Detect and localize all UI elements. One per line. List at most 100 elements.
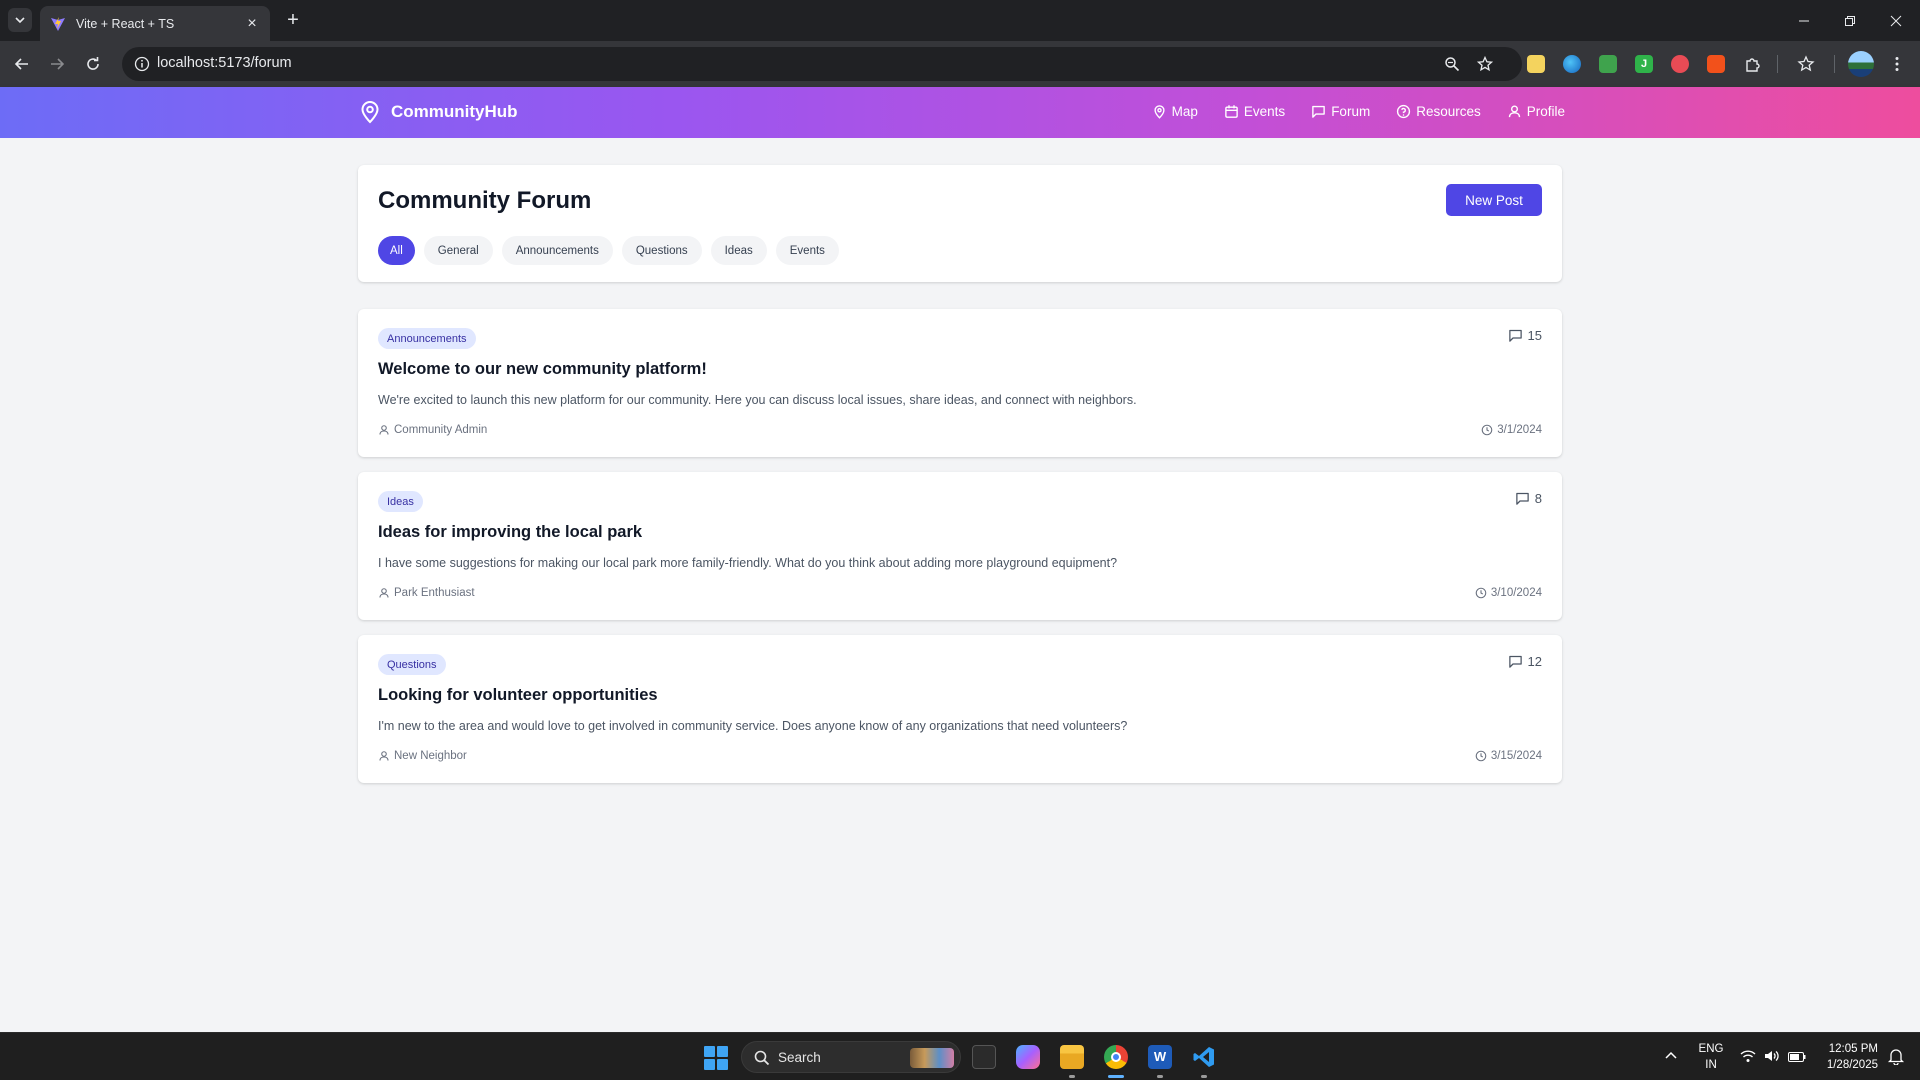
star-list-icon bbox=[1797, 55, 1815, 72]
j-extension-icon[interactable]: J bbox=[1635, 55, 1653, 73]
profile-avatar[interactable] bbox=[1848, 51, 1874, 77]
nav-profile-label: Profile bbox=[1526, 104, 1565, 119]
nav-events-label: Events bbox=[1243, 104, 1286, 119]
comment-count: 12 bbox=[1508, 654, 1542, 669]
edge-extension-icon[interactable] bbox=[1563, 55, 1581, 73]
category-ideas[interactable]: Ideas bbox=[710, 236, 767, 265]
running-indicator bbox=[1201, 1075, 1207, 1078]
back-button[interactable] bbox=[10, 52, 34, 76]
zoom-button[interactable] bbox=[1442, 54, 1462, 74]
post-author: Park Enthusiast bbox=[378, 587, 475, 599]
forward-button[interactable] bbox=[45, 52, 69, 76]
bookmark-button[interactable] bbox=[1475, 54, 1495, 74]
battery-icon bbox=[1788, 1052, 1806, 1062]
page-title: Community Forum bbox=[378, 187, 592, 214]
arrow-right-icon bbox=[51, 58, 65, 70]
red-extension-icon[interactable] bbox=[1707, 55, 1725, 73]
category-questions[interactable]: Questions bbox=[621, 236, 702, 265]
post-card[interactable]: Ideas 8 Ideas for improving the local pa… bbox=[358, 472, 1562, 620]
post-date: 3/1/2024 bbox=[1481, 424, 1542, 436]
browser-toolbar: localhost:5173/forum J bbox=[0, 41, 1920, 87]
restore-button[interactable] bbox=[1827, 0, 1873, 41]
nav-events[interactable]: Events bbox=[1224, 104, 1285, 119]
map-pin-logo-icon bbox=[361, 101, 379, 124]
post-body: We're excited to launch this new platfor… bbox=[378, 393, 1137, 407]
bookmarks-button[interactable] bbox=[1796, 54, 1816, 74]
battery-status[interactable] bbox=[1788, 1050, 1806, 1068]
site-info-button[interactable] bbox=[130, 52, 154, 76]
taskbar-app-copilot-icon[interactable] bbox=[1016, 1045, 1040, 1069]
taskbar-app-file-explorer-icon[interactable] bbox=[1060, 1045, 1084, 1069]
reload-icon bbox=[87, 57, 99, 70]
nav-map[interactable]: Map bbox=[1152, 104, 1198, 119]
category-general[interactable]: General bbox=[423, 236, 493, 265]
new-tab-button[interactable]: + bbox=[282, 9, 304, 31]
user-icon bbox=[1508, 105, 1520, 118]
tab-title: Vite + React + TS bbox=[76, 16, 175, 31]
brand-link[interactable]: CommunityHub bbox=[358, 100, 518, 124]
post-author-name: Community Admin bbox=[394, 424, 488, 436]
windows-logo-tile bbox=[704, 1059, 715, 1070]
chevron-down-icon bbox=[15, 17, 25, 24]
start-button[interactable] bbox=[704, 1046, 728, 1070]
wifi-status[interactable] bbox=[1740, 1049, 1756, 1068]
post-title[interactable]: Ideas for improving the local park bbox=[378, 523, 642, 542]
message-square-icon bbox=[1508, 655, 1522, 668]
browser-menu-button[interactable] bbox=[1887, 54, 1907, 74]
notifications-button[interactable] bbox=[1887, 1047, 1905, 1070]
nav-forum[interactable]: Forum bbox=[1311, 104, 1370, 119]
restore-icon bbox=[1845, 15, 1855, 26]
taskbar-app-terminal-icon[interactable] bbox=[972, 1045, 996, 1069]
address-bar[interactable]: localhost:5173/forum bbox=[122, 47, 1522, 81]
help-circle-icon bbox=[1397, 104, 1411, 119]
user-icon bbox=[379, 425, 389, 435]
tab-close-icon[interactable]: × bbox=[244, 15, 260, 33]
toolbar-divider bbox=[1777, 55, 1778, 73]
minimize-button[interactable] bbox=[1781, 0, 1827, 41]
volume-status[interactable] bbox=[1764, 1049, 1780, 1068]
main-nav: Map Events Forum Resources Profile bbox=[1126, 104, 1565, 119]
post-card[interactable]: Announcements 15 Welcome to our new comm… bbox=[358, 309, 1562, 457]
taskbar-app-chrome-icon[interactable] bbox=[1104, 1045, 1128, 1069]
category-events[interactable]: Events bbox=[775, 236, 839, 265]
sticky-notes-extension-icon[interactable] bbox=[1527, 55, 1545, 73]
comment-count-value: 12 bbox=[1527, 654, 1542, 669]
clock[interactable]: 12:05 PM 1/28/2025 bbox=[1818, 1041, 1878, 1073]
reload-button[interactable] bbox=[81, 52, 105, 76]
language-code: ENG bbox=[1698, 1043, 1724, 1055]
post-date-value: 3/1/2024 bbox=[1497, 424, 1542, 436]
windows-logo-tile bbox=[717, 1059, 728, 1070]
tray-overflow-button[interactable] bbox=[1664, 1049, 1678, 1068]
vite-logo-icon bbox=[51, 16, 65, 31]
post-author: New Neighbor bbox=[378, 750, 467, 762]
new-post-button[interactable]: New Post bbox=[1446, 184, 1542, 216]
message-square-icon bbox=[1312, 105, 1325, 118]
taskbar-app-vscode-icon[interactable] bbox=[1192, 1045, 1216, 1069]
nav-resources[interactable]: Resources bbox=[1396, 104, 1481, 119]
extensions-button[interactable] bbox=[1743, 54, 1763, 74]
message-square-icon bbox=[1516, 492, 1529, 505]
pocket-extension-icon[interactable] bbox=[1671, 55, 1689, 73]
post-card[interactable]: Questions 12 Looking for volunteer oppor… bbox=[358, 635, 1562, 783]
post-title[interactable]: Welcome to our new community platform! bbox=[378, 360, 707, 379]
category-all[interactable]: All bbox=[378, 236, 415, 265]
language-indicator[interactable]: ENG IN bbox=[1694, 1041, 1728, 1073]
browser-tab[interactable]: Vite + React + TS × bbox=[40, 6, 270, 41]
post-body: I'm new to the area and would love to ge… bbox=[378, 719, 1128, 733]
taskbar-search[interactable]: Search bbox=[741, 1041, 961, 1073]
search-highlight-image bbox=[910, 1048, 954, 1068]
more-vertical-icon bbox=[1895, 57, 1899, 71]
post-date-value: 3/10/2024 bbox=[1490, 587, 1542, 599]
post-date: 3/15/2024 bbox=[1475, 750, 1542, 762]
taskbar-app-word-icon[interactable]: W bbox=[1148, 1045, 1172, 1069]
active-indicator bbox=[1108, 1075, 1124, 1078]
clock-icon bbox=[1475, 750, 1487, 762]
nav-profile[interactable]: Profile bbox=[1507, 104, 1565, 119]
post-title[interactable]: Looking for volunteer opportunities bbox=[378, 686, 658, 705]
category-announcements[interactable]: Announcements bbox=[501, 236, 613, 265]
close-window-button[interactable] bbox=[1873, 0, 1919, 41]
tab-search-button[interactable] bbox=[8, 8, 32, 32]
image-extension-icon[interactable] bbox=[1599, 55, 1617, 73]
post-category-badge: Questions bbox=[378, 654, 446, 675]
windows-logo-tile bbox=[717, 1046, 728, 1057]
